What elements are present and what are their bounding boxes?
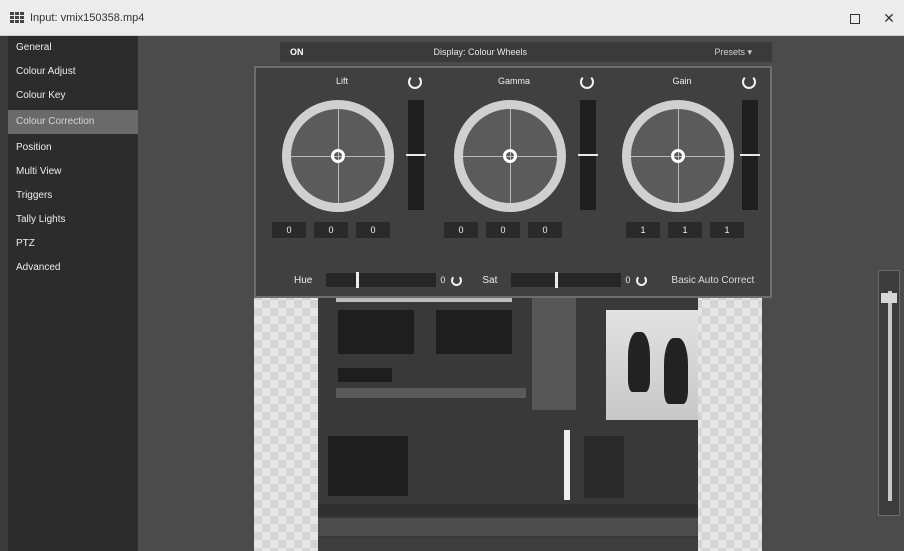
preview-pane [338,310,414,354]
sidebar-item-advanced[interactable]: Advanced [8,256,138,280]
hue-reset-icon[interactable] [451,274,463,286]
lift-value-r[interactable]: 0 [272,222,306,238]
gamma-values: 0 0 0 [444,222,562,238]
hue-sat-row: Hue 0 Sat 0 Basic Auto Correct [256,268,770,292]
right-edge-slider[interactable] [878,270,900,516]
gain-values: 1 1 1 [626,222,744,238]
lift-wheel-handle[interactable] [331,149,345,163]
colour-wheels-panel: Lift 0 0 0 Gamma 0 0 0 Gain 1 1 1 Hue 0 … [254,66,772,298]
video-figure [664,338,688,404]
gain-value-g[interactable]: 1 [668,222,702,238]
on-toggle-button[interactable]: ON [280,47,314,57]
gain-luminance-slider[interactable] [740,100,760,210]
maximize-button[interactable] [844,8,866,28]
preview-pane [436,310,512,354]
sidebar: General Colour Adjust Colour Key Colour … [8,36,138,551]
gain-colour-wheel[interactable] [622,100,734,212]
sidebar-item-ptz[interactable]: PTZ [8,232,138,256]
gain-reset-icon[interactable] [742,75,756,89]
sidebar-item-colour-key[interactable]: Colour Key [8,84,138,108]
preview-pane [338,368,392,382]
right-slider-track [888,291,892,501]
hue-label: Hue [294,274,313,286]
title-bar: Input: vmix150358.mp4 ✕ [0,0,904,36]
sat-value: 0 [625,275,631,285]
sidebar-item-tally-lights[interactable]: Tally Lights [8,208,138,232]
sidebar-item-colour-correction[interactable]: Colour Correction [8,110,138,134]
preview-toolbar [318,538,698,551]
lift-luminance-slider[interactable] [406,100,426,210]
basic-auto-correct-button[interactable]: Basic Auto Correct [671,275,754,286]
sat-reset-icon[interactable] [636,274,648,286]
preview-screen [318,268,698,551]
gain-value-r[interactable]: 1 [626,222,660,238]
sidebar-item-position[interactable]: Position [8,136,138,160]
gain-wheel-handle[interactable] [671,149,685,163]
lift-reset-icon[interactable] [408,75,422,89]
gain-value-b[interactable]: 1 [710,222,744,238]
lift-title: Lift [335,76,348,86]
gamma-value-g[interactable]: 0 [486,222,520,238]
gain-title: Gain [672,76,692,86]
sat-slider[interactable] [511,272,622,288]
preview-pane [584,436,624,498]
sidebar-item-general[interactable]: General [8,36,138,60]
preview-button-column [532,290,576,410]
right-slider-knob[interactable] [881,293,897,303]
lift-colour-wheel[interactable] [282,100,394,212]
gamma-value-b[interactable]: 0 [528,222,562,238]
lift-values: 0 0 0 [272,222,390,238]
preview-pane [328,436,408,496]
gain-luminance-thumb[interactable] [740,154,760,156]
gamma-luminance-thumb[interactable] [578,154,598,156]
colour-correction-topbar: ON Display: Colour Wheels Presets [280,42,772,62]
preview-toolbar [318,518,698,536]
app-grid-icon [10,11,24,24]
window-title: Input: vmix150358.mp4 [30,11,145,24]
gamma-reset-icon[interactable] [580,75,594,89]
lift-value-g[interactable]: 0 [314,222,348,238]
gain-wheel-block: Gain 1 1 1 [602,75,772,244]
sat-label: Sat [482,274,498,286]
sidebar-item-colour-adjust[interactable]: Colour Adjust [8,60,138,84]
lift-luminance-thumb[interactable] [406,154,426,156]
gamma-value-r[interactable]: 0 [444,222,478,238]
video-figure [628,332,650,392]
lift-wheel-block: Lift 0 0 0 [262,75,432,244]
display-mode-select[interactable]: Display: Colour Wheels [434,47,528,57]
gamma-colour-wheel[interactable] [454,100,566,212]
sidebar-item-triggers[interactable]: Triggers [8,184,138,208]
preview-toolbar [318,504,698,516]
preview-area [254,268,762,551]
hue-slider[interactable] [326,272,437,288]
hue-slider-thumb[interactable] [356,272,360,288]
presets-dropdown[interactable]: Presets [714,47,752,58]
preview-fader [564,430,570,500]
gamma-luminance-slider[interactable] [578,100,598,210]
preview-strip [336,388,526,398]
close-button[interactable]: ✕ [878,8,900,28]
sat-slider-thumb[interactable] [555,272,559,288]
hue-value: 0 [440,275,446,285]
video-thumbnail [606,310,698,420]
main-area: ON Display: Colour Wheels Presets Lift 0… [138,36,904,551]
lift-value-b[interactable]: 0 [356,222,390,238]
gamma-title: Gamma [497,76,530,86]
gamma-wheel-handle[interactable] [503,149,517,163]
sidebar-item-multi-view[interactable]: Multi View [8,160,138,184]
gamma-wheel-block: Gamma 0 0 0 [434,75,604,244]
